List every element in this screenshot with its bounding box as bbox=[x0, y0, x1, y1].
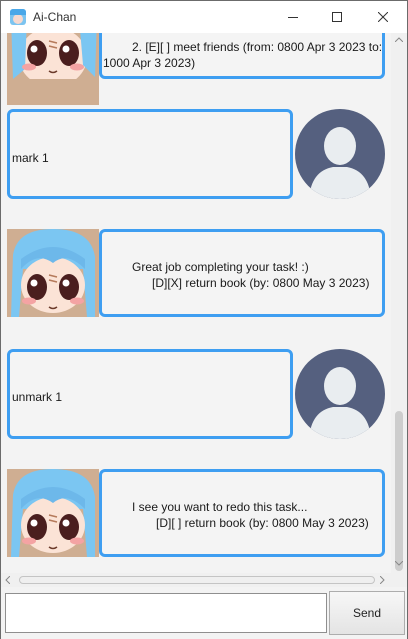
maximize-button[interactable] bbox=[314, 1, 359, 33]
bot-avatar bbox=[7, 469, 99, 557]
message-line: 1000 Apr 3 2023) bbox=[103, 56, 196, 70]
title-bar[interactable]: Ai-Chan bbox=[1, 1, 407, 33]
bot-avatar-image bbox=[7, 229, 99, 317]
bot-message-bubble: Great job completing your task! :) [D][X… bbox=[99, 229, 385, 317]
message-line: Great job completing your task! :) bbox=[132, 260, 309, 274]
close-icon bbox=[377, 12, 388, 22]
user-avatar bbox=[295, 349, 385, 439]
bot-avatar bbox=[7, 33, 99, 105]
scroll-right-arrow-icon[interactable] bbox=[380, 576, 385, 584]
message-line: [D][X] return book (by: 0800 May 3 2023) bbox=[152, 276, 370, 290]
message-row-user: unmark 1 bbox=[1, 349, 391, 441]
chat-scroll-area[interactable]: 2. [E][ ] meet friends (from: 0800 Apr 3… bbox=[1, 33, 391, 573]
message-row-bot: 2. [E][ ] meet friends (from: 0800 Apr 3… bbox=[1, 33, 391, 105]
bot-message-bubble: I see you want to redo this task... [D][… bbox=[99, 469, 385, 557]
message-row-user: mark 1 bbox=[1, 109, 391, 201]
bot-avatar bbox=[7, 229, 99, 317]
bot-message-bubble: 2. [E][ ] meet friends (from: 0800 Apr 3… bbox=[99, 33, 385, 79]
message-line: mark 1 bbox=[12, 151, 49, 165]
window-title: Ai-Chan bbox=[33, 10, 77, 24]
minimize-button[interactable] bbox=[270, 1, 315, 33]
scrollbar-corner bbox=[391, 573, 407, 587]
message-line: [D][ ] return book (by: 0800 May 3 2023) bbox=[156, 516, 369, 530]
scroll-up-arrow-icon[interactable] bbox=[395, 37, 403, 42]
maximize-icon bbox=[331, 12, 342, 22]
message-input[interactable] bbox=[5, 593, 327, 633]
app-window: Ai-Chan 2. [E][] meet friends (from: 08… bbox=[0, 0, 408, 639]
message-line: 2. [E][ ] meet friends (from: 0800 Apr 3… bbox=[132, 40, 383, 54]
user-message-bubble: mark 1 bbox=[7, 109, 293, 199]
message-row-bot: I see you want to redo this task... [D][… bbox=[1, 469, 391, 561]
bot-avatar-image bbox=[7, 469, 99, 557]
user-message-bubble: unmark 1 bbox=[7, 349, 293, 439]
minimize-icon bbox=[287, 17, 298, 18]
scroll-left-arrow-icon[interactable] bbox=[5, 576, 10, 584]
bot-avatar-image bbox=[7, 33, 99, 87]
scroll-down-arrow-icon[interactable] bbox=[395, 561, 403, 566]
horizontal-scrollbar[interactable] bbox=[1, 573, 391, 587]
message-line: unmark 1 bbox=[12, 390, 63, 404]
user-avatar-icon bbox=[295, 349, 385, 439]
vertical-scroll-thumb[interactable] bbox=[395, 411, 403, 571]
send-button[interactable]: Send bbox=[329, 591, 405, 635]
vertical-scrollbar[interactable] bbox=[391, 33, 407, 573]
horizontal-scroll-thumb[interactable] bbox=[19, 576, 375, 584]
input-bar: Send bbox=[1, 587, 407, 639]
close-button[interactable] bbox=[360, 1, 405, 33]
message-line: I see you want to redo this task... bbox=[132, 500, 308, 514]
app-icon bbox=[10, 9, 26, 25]
user-avatar bbox=[295, 109, 385, 199]
user-avatar-icon bbox=[295, 109, 385, 199]
message-row-bot: Great job completing your task! :) [D][X… bbox=[1, 229, 391, 321]
